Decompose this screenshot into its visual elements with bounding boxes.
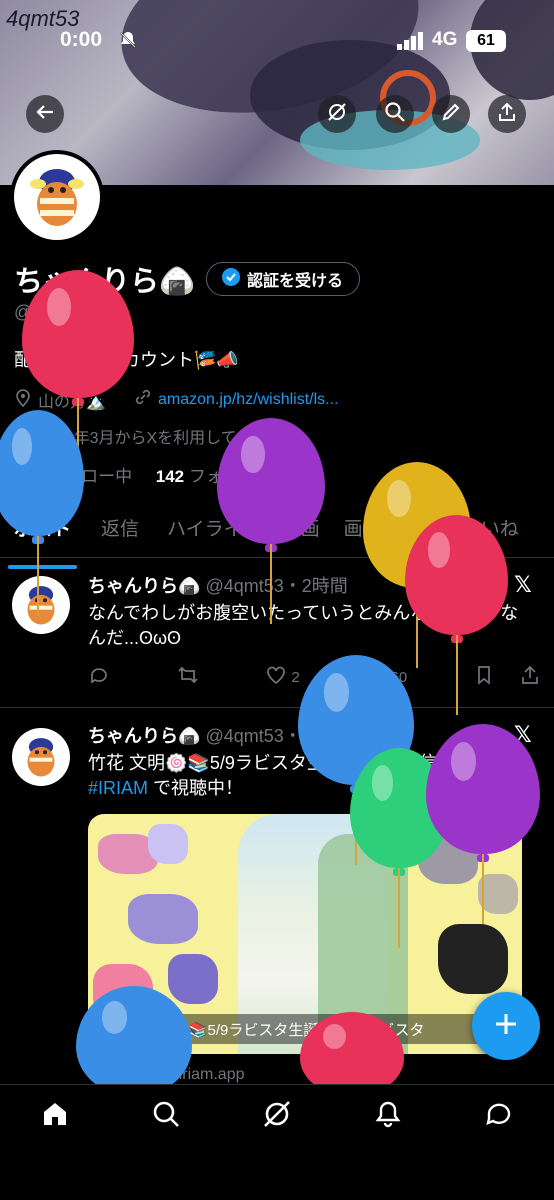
verified-badge-icon xyxy=(221,267,241,292)
search-button[interactable] xyxy=(376,95,414,133)
back-arrow-icon xyxy=(35,102,55,127)
plus-icon xyxy=(493,1011,519,1042)
like-count: 2 xyxy=(291,668,300,686)
network-type: 4G xyxy=(432,29,458,50)
nav-notifications[interactable] xyxy=(373,1099,403,1200)
location-pin-icon xyxy=(14,388,32,412)
repost-icon xyxy=(177,664,199,690)
post-author: ちゃんりら🍙 @4qmt53・2時間 xyxy=(88,576,348,596)
balloon xyxy=(22,270,134,468)
edit-pencil-icon xyxy=(441,102,461,127)
home-icon xyxy=(40,1103,70,1133)
heart-icon xyxy=(265,664,287,690)
reply-button[interactable] xyxy=(88,664,110,690)
like-button[interactable]: 2 xyxy=(265,664,300,690)
nav-messages[interactable] xyxy=(484,1099,514,1200)
repost-button[interactable] xyxy=(177,664,199,690)
battery-level: 61 xyxy=(466,30,506,52)
nav-grok[interactable] xyxy=(262,1099,292,1200)
get-verified-button[interactable]: 認証を受ける xyxy=(206,262,361,296)
share-icon xyxy=(520,665,540,689)
grok-icon xyxy=(262,1101,292,1133)
post-avatar[interactable] xyxy=(12,728,70,786)
share-button[interactable] xyxy=(488,95,526,133)
hashtag-link[interactable]: #IRIAM xyxy=(88,778,148,798)
search-icon xyxy=(384,101,406,128)
messages-icon xyxy=(484,1103,514,1133)
post-meta: @4qmt53・2時間 xyxy=(205,576,348,596)
share-upload-icon xyxy=(497,102,517,127)
website-link[interactable]: amazon.jp/hz/wishlist/ls... xyxy=(158,391,339,409)
notifications-bell-icon xyxy=(373,1101,403,1133)
grok-button[interactable] xyxy=(318,95,356,133)
status-time: 0:00 xyxy=(60,28,103,51)
x-logo-icon: 𝕏 xyxy=(514,572,532,597)
back-button[interactable] xyxy=(26,95,64,133)
balloon xyxy=(217,418,325,624)
edit-button[interactable] xyxy=(432,95,470,133)
bookmark-button[interactable] xyxy=(474,665,494,689)
mute-bell-icon xyxy=(118,30,138,56)
post-avatar[interactable] xyxy=(12,576,70,634)
bookmark-icon xyxy=(474,666,494,689)
balloon xyxy=(405,515,508,715)
grok-icon xyxy=(326,101,348,128)
nav-search[interactable] xyxy=(151,1099,181,1200)
profile-avatar[interactable] xyxy=(10,150,104,244)
compose-post-button[interactable] xyxy=(472,992,540,1060)
search-icon xyxy=(151,1101,181,1133)
reply-icon xyxy=(88,664,110,690)
status-bar: 0:00 4G 61 xyxy=(0,22,554,62)
get-verified-label: 認証を受ける xyxy=(247,273,344,290)
tab-replies[interactable]: 返信 xyxy=(101,508,139,557)
signal-icon xyxy=(397,32,425,56)
balloon xyxy=(426,724,540,924)
share-post-button[interactable] xyxy=(520,665,540,689)
bottom-navigation xyxy=(0,1084,554,1200)
nav-home[interactable] xyxy=(40,1099,70,1200)
link-icon xyxy=(134,388,152,411)
profile-website[interactable]: amazon.jp/hz/wishlist/ls... xyxy=(134,388,339,411)
balloon xyxy=(76,986,192,1096)
